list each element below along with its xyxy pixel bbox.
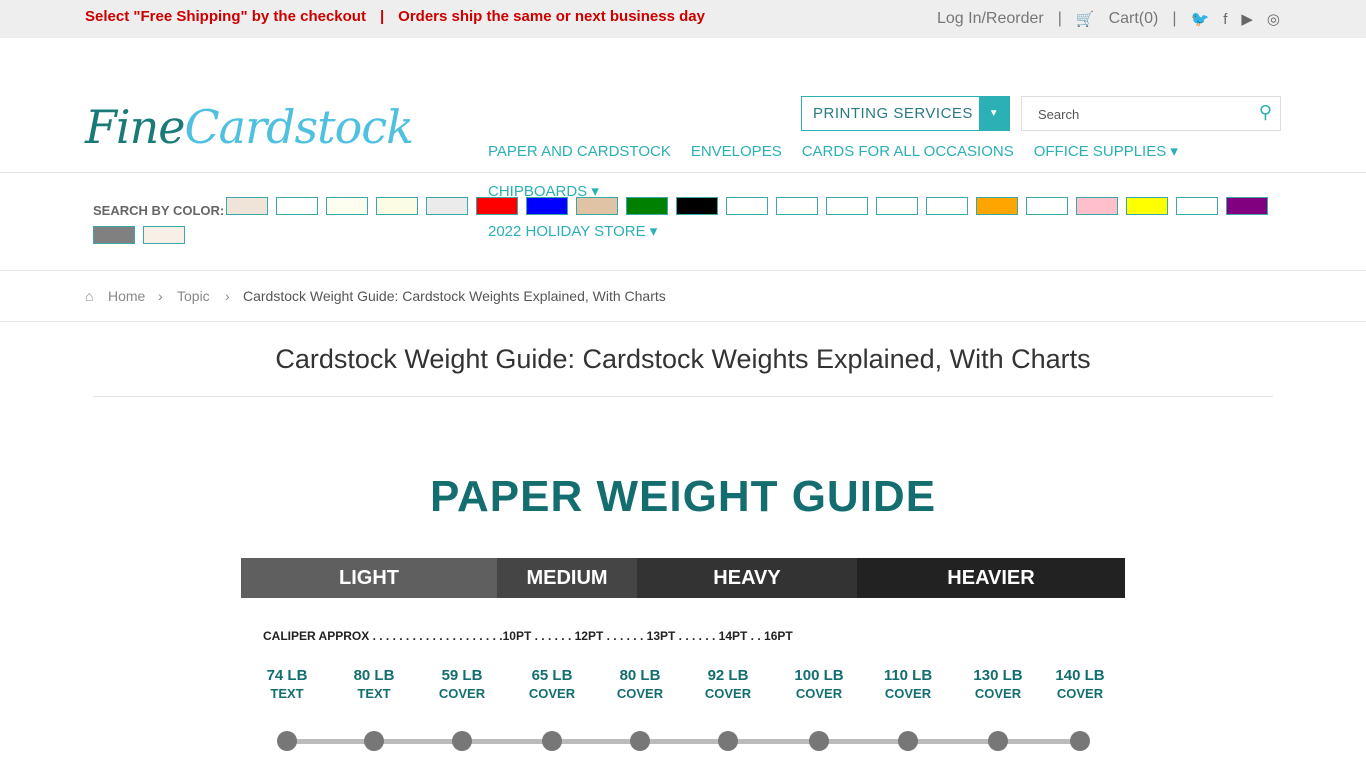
weight-label: 92 LB COVER xyxy=(704,667,752,701)
nav-cards[interactable]: CARDS FOR ALL OCCASIONS xyxy=(802,143,1014,160)
printing-services-dropdown[interactable]: PRINTING SERVICES ▼ xyxy=(801,96,1010,131)
breadcrumb-current: Cardstock Weight Guide: Cardstock Weight… xyxy=(243,288,666,304)
color-swatch[interactable] xyxy=(426,197,468,215)
nav-envelopes[interactable]: ENVELOPES xyxy=(691,143,782,160)
weight-label: 80 LB TEXT xyxy=(353,667,395,701)
color-swatch[interactable] xyxy=(93,226,135,244)
color-swatch[interactable] xyxy=(1026,197,1068,215)
color-swatch[interactable] xyxy=(1176,197,1218,215)
color-swatch[interactable] xyxy=(876,197,918,215)
twitter-icon[interactable]: 🐦 xyxy=(1191,10,1210,28)
color-swatch[interactable] xyxy=(576,197,618,215)
weight-label: 59 LB COVER xyxy=(438,667,486,701)
color-search-label: SEARCH BY COLOR: xyxy=(93,203,225,218)
weight-dot xyxy=(277,731,297,751)
breadcrumb-home[interactable]: Home xyxy=(108,288,145,304)
color-swatch[interactable] xyxy=(376,197,418,215)
weight-dot xyxy=(364,731,384,751)
nav-paper-cardstock[interactable]: PAPER AND CARDSTOCK xyxy=(488,143,671,160)
color-swatch[interactable] xyxy=(926,197,968,215)
caliper-text: CALIPER APPROX . . . . . . . . . . . . .… xyxy=(263,629,793,643)
youtube-icon[interactable]: ▶ xyxy=(1241,10,1253,28)
weight-label: 80 LB COVER xyxy=(616,667,664,701)
weight-dot xyxy=(630,731,650,751)
header: FineCardstock PRINTING SERVICES ▼ Search ⚲… xyxy=(0,38,1366,240)
promo-text: Select "Free Shipping" by the checkout | O… xyxy=(85,8,705,25)
chevron-down-icon: ▼ xyxy=(979,97,1009,130)
weight-label: 74 LB TEXT xyxy=(266,667,308,701)
nav-office-supplies[interactable]: OFFICE SUPPLIES ▾ xyxy=(1034,142,1178,160)
instagram-icon[interactable]: ◎ xyxy=(1267,10,1280,28)
color-swatch[interactable] xyxy=(276,197,318,215)
page-title: Cardstock Weight Guide: Cardstock Weight… xyxy=(275,344,1091,374)
weight-dot xyxy=(809,731,829,751)
weight-line xyxy=(285,739,1078,744)
weight-label: 110 LB COVER xyxy=(883,667,933,701)
weight-band: LIGHT xyxy=(241,558,497,598)
weight-band: HEAVIER xyxy=(857,558,1125,598)
color-swatch[interactable] xyxy=(1076,197,1118,215)
weight-dot xyxy=(452,731,472,751)
facebook-icon[interactable]: f xyxy=(1223,11,1227,28)
color-swatch[interactable] xyxy=(626,197,668,215)
logo[interactable]: FineCardstock xyxy=(85,100,414,154)
color-swatch[interactable] xyxy=(726,197,768,215)
color-swatch[interactable] xyxy=(776,197,818,215)
weight-dot xyxy=(542,731,562,751)
divider xyxy=(93,396,1273,397)
search-input[interactable]: Search ⚲ xyxy=(1021,96,1281,131)
cart-link[interactable]: Cart(0) xyxy=(1109,10,1159,28)
weight-band: MEDIUM xyxy=(497,558,637,598)
weight-label: 100 LB COVER xyxy=(794,667,844,701)
breadcrumb-topic[interactable]: Topic xyxy=(177,288,210,304)
color-swatch[interactable] xyxy=(526,197,568,215)
color-swatch[interactable] xyxy=(1226,197,1268,215)
weight-label: 140 LB COVER xyxy=(1055,667,1105,701)
color-swatch[interactable] xyxy=(826,197,868,215)
weight-label: 65 LB COVER xyxy=(528,667,576,701)
weight-dot xyxy=(718,731,738,751)
search-icon[interactable]: ⚲ xyxy=(1259,102,1272,123)
color-swatch[interactable] xyxy=(976,197,1018,215)
cart-icon[interactable]: 🛒 xyxy=(1076,10,1095,28)
home-icon[interactable]: ⌂ xyxy=(85,288,93,304)
weight-dot xyxy=(1070,731,1090,751)
breadcrumb: ⌂ Home › Topic › Cardstock Weight Guide:… xyxy=(0,271,1366,322)
weight-dot xyxy=(898,731,918,751)
color-swatch[interactable] xyxy=(476,197,518,215)
weight-dot xyxy=(988,731,1008,751)
color-swatch[interactable] xyxy=(226,197,268,215)
color-swatch[interactable] xyxy=(326,197,368,215)
top-bar: Select "Free Shipping" by the checkout | O… xyxy=(0,0,1366,38)
color-search: SEARCH BY COLOR: xyxy=(0,173,1366,271)
weight-band: HEAVY xyxy=(637,558,857,598)
weight-label: 130 LB COVER xyxy=(973,667,1023,701)
login-link[interactable]: Log In/Reorder xyxy=(937,10,1044,28)
color-swatch[interactable] xyxy=(1126,197,1168,215)
color-swatch[interactable] xyxy=(676,197,718,215)
guide-title: PAPER WEIGHT GUIDE xyxy=(429,472,937,521)
color-swatch[interactable] xyxy=(143,226,185,244)
